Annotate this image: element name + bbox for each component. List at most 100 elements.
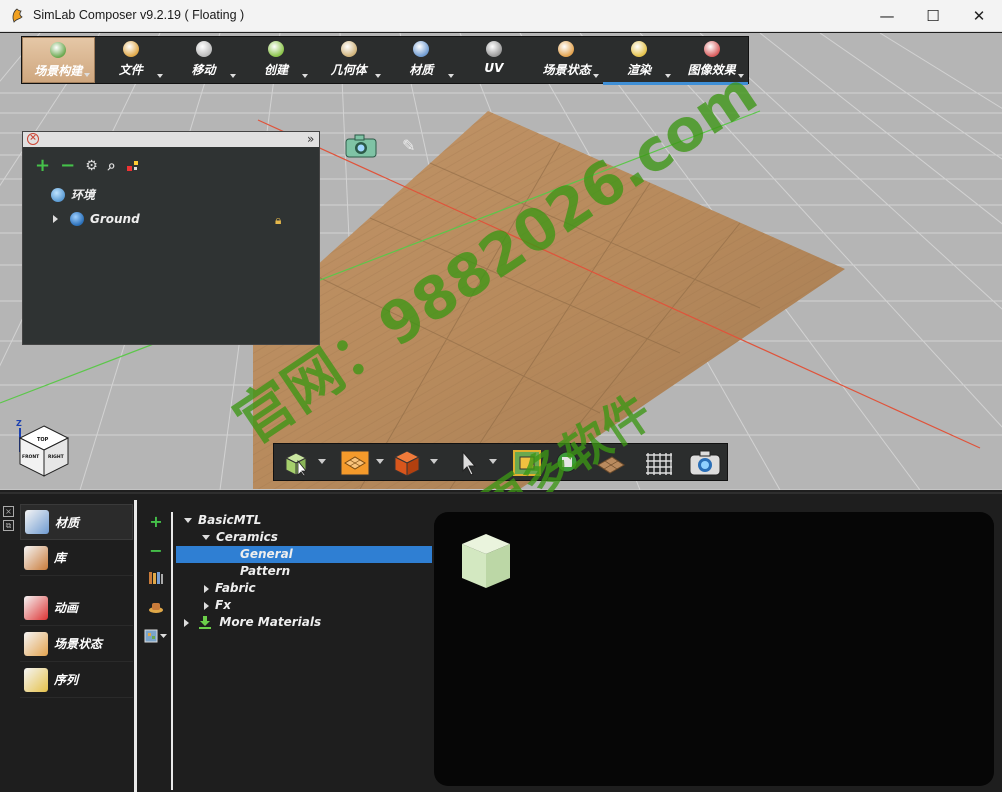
- tree-node-basicmtl[interactable]: BasicMTL: [176, 512, 432, 529]
- pointer-icon[interactable]: [458, 449, 480, 477]
- toolbar-tab-1[interactable]: 场景构建: [22, 37, 95, 83]
- chevron-down-icon[interactable]: [83, 73, 90, 77]
- toolbar-tab-3[interactable]: 移动: [167, 37, 240, 83]
- toolbar-tab-2[interactable]: 文件: [95, 37, 168, 83]
- toolbar-tab-8[interactable]: 场景状态: [530, 37, 603, 83]
- toolbar-tab-icon: [340, 41, 357, 57]
- nav-item-4[interactable]: 场景状态: [20, 626, 133, 662]
- object-mode-dropdown[interactable]: [430, 459, 438, 464]
- toolbar-tab-6[interactable]: 材质: [385, 37, 458, 83]
- face-mode-dropdown[interactable]: [376, 459, 384, 464]
- grid-toggle-icon[interactable]: [644, 449, 674, 477]
- zoom-extents-icon[interactable]: [554, 449, 582, 477]
- view-cube[interactable]: Z TOP FRONT RIGHT: [16, 418, 72, 478]
- collapse-arrow-icon[interactable]: [202, 535, 210, 540]
- scene-tree-item-label: Ground: [90, 212, 140, 226]
- pencil-icon[interactable]: ✎: [402, 136, 415, 155]
- material-preview[interactable]: [434, 512, 994, 786]
- nav-item-1[interactable]: 材质: [20, 504, 133, 540]
- grid-plane-icon[interactable]: [596, 449, 626, 477]
- nav-item-icon: [25, 510, 49, 534]
- close-panel-icon[interactable]: ×: [27, 133, 39, 145]
- object-mode-icon[interactable]: [392, 449, 422, 477]
- float-dock-icon[interactable]: ⧉: [3, 520, 14, 531]
- color-filter-icon[interactable]: [126, 159, 140, 173]
- nav-item-2[interactable]: 库: [20, 540, 133, 576]
- pointer-dropdown[interactable]: [489, 459, 497, 464]
- toolbar-tab-label: UV: [484, 61, 504, 75]
- nav-item-icon: [24, 667, 48, 692]
- toolbar-tab-10[interactable]: 图像效果: [675, 37, 748, 85]
- toolbar-tab-label: 几何体: [330, 63, 367, 77]
- chevron-down-icon[interactable]: [447, 74, 454, 78]
- search-icon[interactable]: ⌕: [108, 158, 116, 174]
- app-window: SimLab Composer v9.2.19 ( Floating ) — ☐…: [0, 0, 1002, 792]
- toolbar-tab-7[interactable]: UV: [458, 37, 531, 83]
- frame-selection-icon[interactable]: [512, 449, 542, 477]
- close-dock-icon[interactable]: ×: [3, 506, 14, 517]
- tree-node-label: Ceramics: [216, 530, 278, 544]
- tree-node-general[interactable]: General: [176, 546, 432, 563]
- add-node-button[interactable]: +: [35, 157, 50, 175]
- close-button[interactable]: ✕: [956, 0, 1002, 32]
- chevron-down-icon[interactable]: [157, 74, 164, 78]
- chevron-down-icon[interactable]: [592, 74, 599, 78]
- view-mode-icon[interactable]: [142, 628, 170, 657]
- camera-icon[interactable]: [345, 134, 377, 158]
- scene-tree-item-ground[interactable]: Ground: [53, 212, 140, 226]
- chevron-down-icon[interactable]: [229, 74, 236, 78]
- 3d-viewport[interactable]: 场景构建 文件 移动 创建 几何体 材质 UV 场景状态 渲染 图像效果 × » + − ⚙ ⌕: [0, 33, 1002, 490]
- maximize-button[interactable]: ☐: [910, 0, 956, 32]
- scene-tree-item-environment[interactable]: 环境: [51, 186, 95, 203]
- chevron-down-icon[interactable]: [302, 74, 309, 78]
- scene-tree-tools: + − ⚙ ⌕: [35, 157, 140, 175]
- toolbar-tab-icon: [631, 41, 648, 57]
- tree-node-pattern[interactable]: Pattern: [176, 563, 432, 580]
- expand-arrow-icon[interactable]: [204, 584, 209, 593]
- toolbar-tab-4[interactable]: 创建: [240, 37, 313, 83]
- chevron-down-icon[interactable]: [665, 74, 672, 78]
- chevron-down-icon[interactable]: [374, 74, 381, 78]
- remove-material-button[interactable]: −: [142, 541, 170, 570]
- library-icon[interactable]: [142, 570, 170, 599]
- nav-item-icon: [24, 595, 48, 620]
- nav-divider[interactable]: [134, 500, 137, 792]
- lock-icon[interactable]: 🔒︎: [275, 213, 281, 228]
- scene-tree-item-label: 环境: [71, 188, 96, 202]
- expand-arrow-icon[interactable]: [184, 618, 189, 627]
- tree-node-more-materials[interactable]: More Materials: [176, 614, 432, 631]
- tree-node-label: General: [240, 547, 293, 561]
- nav-item-3[interactable]: 动画: [20, 590, 133, 626]
- toolbar-tab-label: 场景构建: [34, 64, 83, 78]
- add-material-button[interactable]: +: [142, 512, 170, 541]
- screenshot-camera-icon[interactable]: [688, 449, 722, 477]
- select-object-icon[interactable]: [282, 449, 310, 477]
- chevron-down-icon[interactable]: [737, 74, 744, 78]
- tree-divider[interactable]: [171, 512, 173, 790]
- gear-icon[interactable]: ⚙: [85, 158, 98, 174]
- toolbar-tab-9[interactable]: 渲染: [602, 37, 676, 85]
- expand-arrow-icon[interactable]: [204, 601, 209, 610]
- expand-arrow-icon[interactable]: [53, 215, 58, 223]
- tree-node-fx[interactable]: Fx: [176, 597, 432, 614]
- select-mode-dropdown[interactable]: [318, 459, 326, 464]
- hat-icon[interactable]: [142, 599, 170, 628]
- tree-node-label: Pattern: [240, 564, 291, 578]
- remove-node-button[interactable]: −: [60, 157, 75, 175]
- toolbar-tab-icon: [558, 41, 575, 57]
- toolbar-tab-label: 文件: [118, 63, 143, 77]
- tree-node-fabric[interactable]: Fabric: [176, 580, 432, 597]
- face-select-icon[interactable]: [340, 449, 370, 477]
- minimize-button[interactable]: —: [864, 0, 910, 32]
- toolbar-tab-5[interactable]: 几何体: [312, 37, 385, 83]
- toolbar-tab-icon: [268, 41, 285, 57]
- nav-item-5[interactable]: 序列: [20, 662, 133, 698]
- collapse-panel-icon[interactable]: »: [307, 132, 314, 146]
- toolbar-tab-label: 移动: [191, 63, 216, 77]
- tree-node-ceramics[interactable]: Ceramics: [176, 529, 432, 546]
- toolbar-tab-icon: [485, 41, 502, 57]
- collapse-arrow-icon[interactable]: [184, 518, 192, 523]
- tree-node-label: BasicMTL: [198, 513, 262, 527]
- toolbar-tab-icon: [195, 41, 212, 57]
